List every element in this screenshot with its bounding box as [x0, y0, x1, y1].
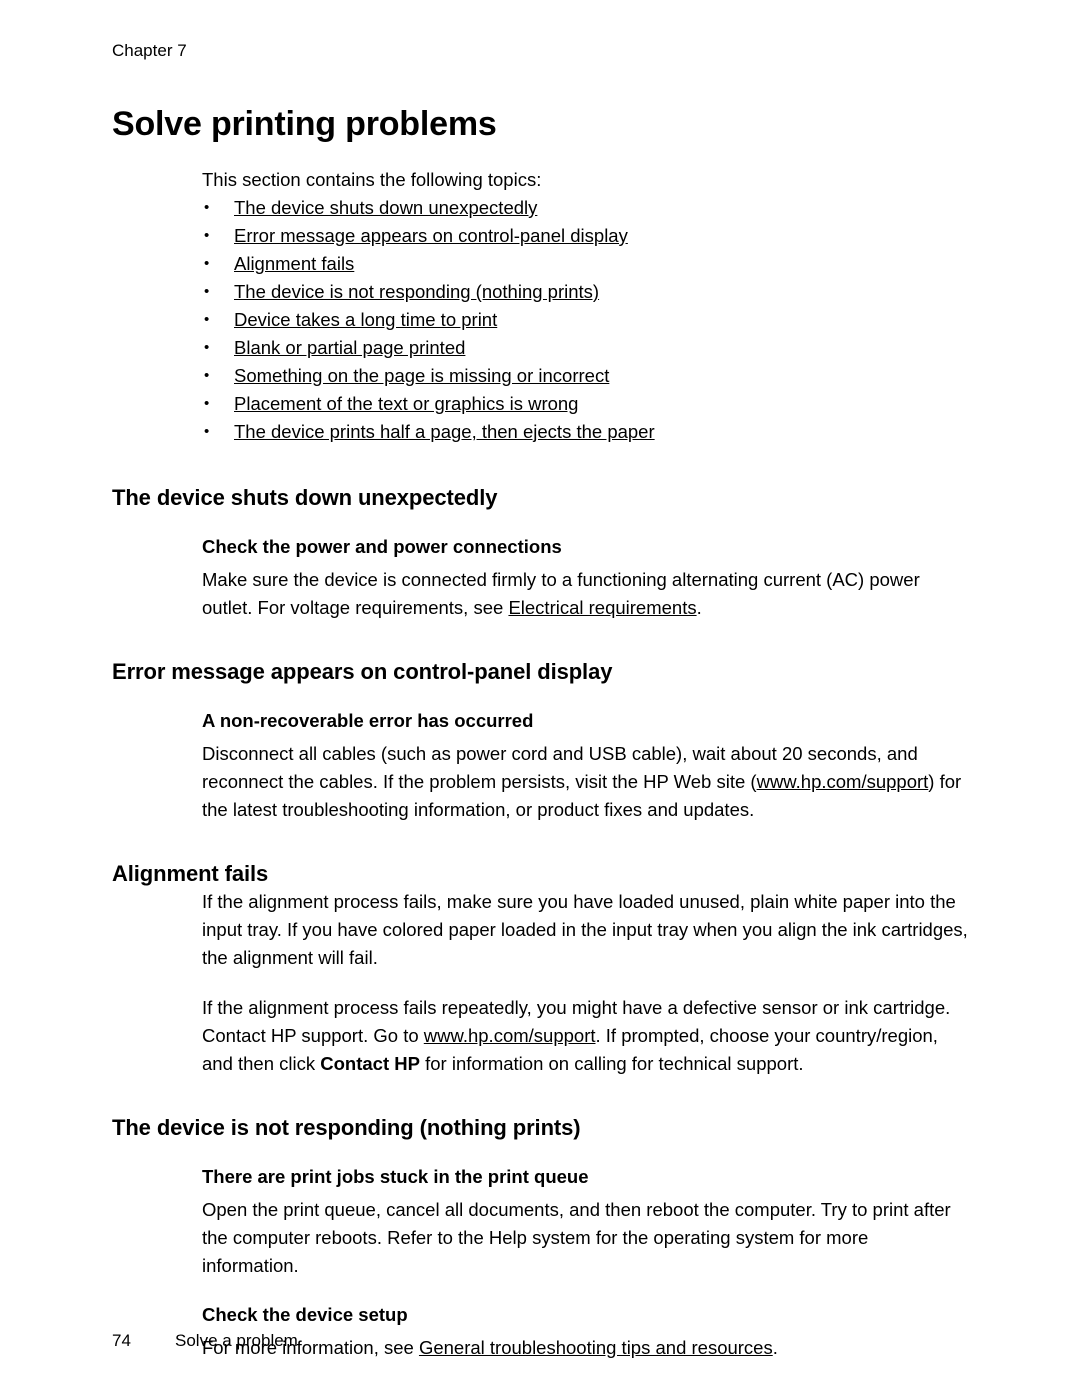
paragraph-print-queue: Open the print queue, cancel all documen… — [202, 1199, 951, 1276]
list-item: The device shuts down unexpectedly — [202, 194, 968, 222]
paragraph-text-tail: . — [696, 597, 702, 618]
subheading-non-recoverable-error: A non-recoverable error has occurred — [202, 710, 534, 731]
paragraph-text-tail: for information on calling for technical… — [419, 1053, 804, 1074]
running-header: Chapter 7 — [112, 41, 187, 60]
paragraph-text-tail: . — [772, 1337, 778, 1358]
list-item: Something on the page is missing or inco… — [202, 362, 968, 390]
section-body-not-responding: There are print jobs stuck in the print … — [202, 1164, 968, 1362]
link-hp-support-url[interactable]: www.hp.com/support — [424, 1025, 596, 1046]
subheading-check-device-setup: Check the device setup — [202, 1304, 408, 1325]
list-item: The device prints half a page, then ejec… — [202, 418, 968, 446]
link-electrical-requirements[interactable]: Electrical requirements — [508, 597, 696, 618]
toc-link-blank-partial-page[interactable]: Blank or partial page printed — [234, 337, 465, 358]
list-item: Error message appears on control-panel d… — [202, 222, 968, 250]
toc-link-half-page-ejects[interactable]: The device prints half a page, then ejec… — [234, 421, 655, 442]
toc-link-device-shuts-down[interactable]: The device shuts down unexpectedly — [234, 197, 537, 218]
list-item: Blank or partial page printed — [202, 334, 968, 362]
intro-block: This section contains the following topi… — [202, 166, 968, 446]
toc-link-error-message[interactable]: Error message appears on control-panel d… — [234, 225, 628, 246]
section-heading-not-responding: The device is not responding (nothing pr… — [112, 1115, 581, 1140]
section-body-device-shuts-down: Check the power and power connections Ma… — [202, 534, 968, 622]
page-footer: 74 Solve a problem — [112, 1330, 298, 1352]
page-title: Solve printing problems — [112, 105, 497, 143]
link-hp-support-url[interactable]: www.hp.com/support — [757, 771, 929, 792]
paragraph-alignment-2: If the alignment process fails repeatedl… — [202, 994, 968, 1078]
section-heading-alignment-fails: Alignment fails — [112, 861, 269, 886]
list-item: The device is not responding (nothing pr… — [202, 278, 968, 306]
section-heading-device-shuts-down: The device shuts down unexpectedly — [112, 485, 498, 510]
subheading-check-power: Check the power and power connections — [202, 536, 562, 557]
toc-link-not-responding[interactable]: The device is not responding (nothing pr… — [234, 281, 599, 302]
paragraph-alignment-1: If the alignment process fails, make sur… — [202, 891, 968, 968]
bold-contact-hp: Contact HP — [320, 1053, 420, 1074]
section-body-alignment-fails: If the alignment process fails, make sur… — [202, 888, 968, 1078]
topics-list: The device shuts down unexpectedly Error… — [202, 194, 968, 446]
footer-section-name: Solve a problem — [175, 1331, 298, 1350]
toc-link-alignment-fails[interactable]: Alignment fails — [234, 253, 354, 274]
paragraph-non-recoverable-error: Disconnect all cables (such as power cor… — [202, 740, 968, 824]
section-body-error-message: A non-recoverable error has occurred Dis… — [202, 708, 968, 824]
list-item: Alignment fails — [202, 250, 968, 278]
link-general-troubleshooting[interactable]: General troubleshooting tips and resourc… — [419, 1337, 773, 1358]
toc-link-long-time-to-print[interactable]: Device takes a long time to print — [234, 309, 497, 330]
subheading-print-jobs-stuck: There are print jobs stuck in the print … — [202, 1166, 589, 1187]
page-content: Solve printing problems This section con… — [112, 104, 968, 1362]
intro-paragraph: This section contains the following topi… — [202, 169, 542, 190]
toc-link-placement-wrong[interactable]: Placement of the text or graphics is wro… — [234, 393, 578, 414]
document-page: Chapter 7 Solve printing problems This s… — [0, 0, 1080, 1397]
list-item: Device takes a long time to print — [202, 306, 968, 334]
section-heading-error-message: Error message appears on control-panel d… — [112, 659, 613, 684]
paragraph-device-setup: For more information, see General troubl… — [202, 1334, 968, 1362]
paragraph-check-power: Make sure the device is connected firmly… — [202, 566, 968, 622]
list-item: Placement of the text or graphics is wro… — [202, 390, 968, 418]
toc-link-missing-incorrect[interactable]: Something on the page is missing or inco… — [234, 365, 609, 386]
page-number: 74 — [112, 1331, 131, 1350]
